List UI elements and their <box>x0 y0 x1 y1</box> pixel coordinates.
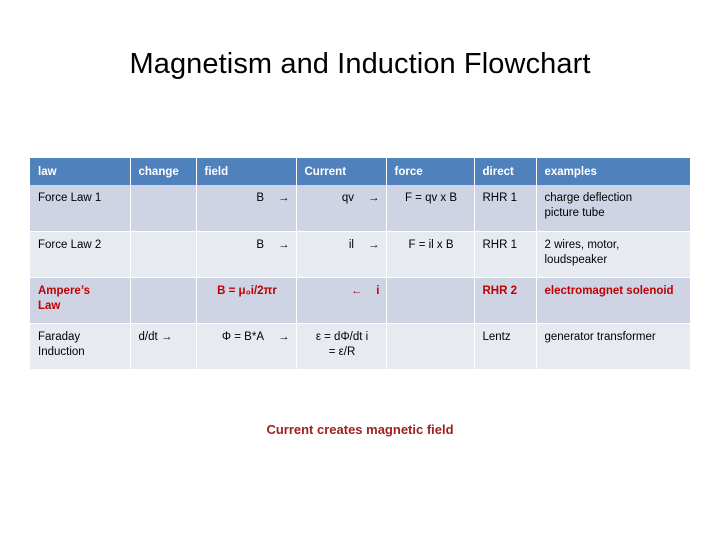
slide-canvas: Magnetism and Induction Flowchart law ch… <box>0 0 720 540</box>
law-line: Faraday <box>38 330 81 343</box>
cell-direct: RHR 1 <box>474 231 537 278</box>
right-arrow-icon: → <box>368 192 380 204</box>
table-row: Force Law 1 B → qv → F = qv x B RHR 1 char… <box>30 185 690 232</box>
cell-field: B = μ₀i/2πr <box>196 277 297 324</box>
current-symbol: il <box>348 238 354 251</box>
column-header-law: law <box>30 158 131 185</box>
cell-current: ← i <box>296 277 387 324</box>
table-row: Force Law 2 B → il → F = il x B RHR 1 2 wi… <box>30 231 690 278</box>
cell-change <box>130 185 197 232</box>
cell-field: B → <box>196 185 297 232</box>
field-symbol: Φ = B*A <box>221 330 264 343</box>
table-row: Ampere’s Law B = μ₀i/2πr ← i RHR 2 electr… <box>30 277 690 324</box>
cell-field: B → <box>196 231 297 278</box>
page-title: Magnetism and Induction Flowchart <box>129 48 591 80</box>
cell-change: d/dt → <box>130 323 197 370</box>
law-line: Ampere’s <box>38 284 90 297</box>
cell-examples: 2 wires, motor, loudspeaker <box>536 231 690 278</box>
current-symbol: qv <box>341 192 354 204</box>
right-arrow-icon: → <box>368 238 380 251</box>
cell-direct: Lentz <box>474 323 537 370</box>
examples-line: picture tube <box>544 207 605 219</box>
cell-change <box>130 231 197 278</box>
table-row: Faraday Induction d/dt → Φ = B*A → ε = dΦ… <box>30 323 690 370</box>
field-symbol: B <box>256 238 264 251</box>
cell-field: Φ = B*A → <box>196 323 297 370</box>
table-header-row: law change field Current force direct ex… <box>30 158 690 185</box>
current-symbol: i <box>376 284 380 297</box>
column-header-force: force <box>386 158 475 185</box>
left-arrow-icon: ← <box>350 284 363 297</box>
cell-force <box>386 277 475 324</box>
cell-examples: charge deflection picture tube <box>536 185 690 232</box>
column-header-direct: direct <box>474 158 537 185</box>
cell-force: F = il x B <box>386 231 475 278</box>
cell-direct: RHR 2 <box>474 277 537 324</box>
cell-force <box>386 323 475 370</box>
right-arrow-icon: → <box>278 192 290 204</box>
examples-line: electromagnet solenoid <box>544 284 674 297</box>
cell-current: qv → <box>296 185 387 232</box>
cell-law: Ampere’s Law <box>30 277 131 324</box>
column-header-current: Current <box>296 158 387 185</box>
column-header-examples: examples <box>536 158 690 185</box>
examples-line: loudspeaker <box>544 253 608 266</box>
cell-examples: electromagnet solenoid <box>536 277 690 324</box>
cell-force: F = qv x B <box>386 185 475 232</box>
cell-change <box>130 277 197 324</box>
law-line: Law <box>38 299 61 312</box>
current-line: = ε/R <box>328 345 356 358</box>
cell-current: il → <box>296 231 387 278</box>
right-arrow-icon: → <box>278 238 290 251</box>
flowchart-table-container: law change field Current force direct ex… <box>30 158 690 370</box>
magnetism-flowchart-table: law change field Current force direct ex… <box>30 158 690 370</box>
right-arrow-icon: → <box>278 330 290 343</box>
column-header-field: field <box>196 158 297 185</box>
cell-law: Force Law 1 <box>30 185 131 232</box>
slide-caption: Current creates magnetic field <box>266 422 454 437</box>
column-header-change: change <box>130 158 197 185</box>
field-symbol: B <box>256 192 264 204</box>
cell-law: Faraday Induction <box>30 323 131 370</box>
cell-direct: RHR 1 <box>474 185 537 232</box>
cell-law: Force Law 2 <box>30 231 131 278</box>
cell-examples: generator transformer <box>536 323 690 370</box>
law-line: Induction <box>38 345 85 358</box>
examples-line: generator transformer <box>544 330 656 343</box>
current-line: ε = dΦ/dt i <box>315 330 369 343</box>
examples-line: charge deflection <box>544 192 633 204</box>
cell-current: ε = dΦ/dt i = ε/R <box>296 323 387 370</box>
examples-line: 2 wires, motor, <box>544 238 620 251</box>
